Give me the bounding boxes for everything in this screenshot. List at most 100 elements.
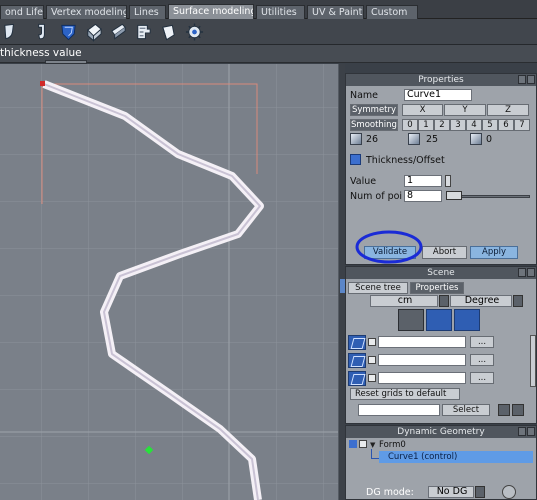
thickness-tool-icon <box>350 154 361 165</box>
angle-dropdown-icon[interactable] <box>513 295 523 307</box>
name-field[interactable]: Curve1 <box>404 89 472 101</box>
validate-highlight-ring <box>355 230 423 264</box>
steps-surface-icon[interactable] <box>134 22 153 42</box>
scroll-up-icon[interactable] <box>498 404 510 416</box>
grid-xy-field[interactable] <box>378 354 466 366</box>
smoothing-level-2[interactable]: 2 <box>434 119 450 131</box>
form-visibility-checkbox[interactable] <box>359 440 367 448</box>
viewport-canvas[interactable] <box>0 64 338 500</box>
vertex-count-icon <box>350 133 362 145</box>
minimize-icon[interactable] <box>518 268 526 277</box>
smoothing-level-7[interactable]: 7 <box>514 119 530 131</box>
scene-panel: Scene Scene tree Properties cm Degree ..… <box>345 266 537 424</box>
smoothing-level-0[interactable]: 0 <box>402 119 418 131</box>
symmetry-x-button[interactable]: X <box>402 104 443 116</box>
dynamic-geometry-panel: Dynamic Geometry ▼ Form0 Curve1 (control… <box>345 425 537 500</box>
tab-second-life[interactable]: ond Life <box>0 5 44 19</box>
smoothing-level-6[interactable]: 6 <box>498 119 514 131</box>
unit-select[interactable]: cm <box>370 295 438 307</box>
value-label: Value <box>350 176 377 187</box>
tab-lines[interactable]: Lines <box>129 5 166 19</box>
name-label: Name <box>350 90 379 101</box>
dg-mode-bar-bg <box>346 483 536 484</box>
tab-custom[interactable]: Custom <box>366 5 418 19</box>
minimize-icon[interactable] <box>518 75 526 84</box>
unit-dropdown-icon[interactable] <box>439 295 449 307</box>
angle-select[interactable]: Degree <box>450 295 512 307</box>
num-points-slider-thumb[interactable] <box>446 191 462 200</box>
dg-mode-dropdown-icon[interactable] <box>475 486 485 498</box>
grid-plane-xy-icon[interactable] <box>426 309 452 331</box>
hook-surface-icon[interactable] <box>33 22 52 42</box>
value-field[interactable]: 1 <box>404 175 442 187</box>
tree-branch-line <box>371 449 379 459</box>
symmetry-y-button[interactable]: Y <box>444 104 486 116</box>
grid-xz-field[interactable] <box>378 336 466 348</box>
grid-xy-checkbox[interactable] <box>368 356 376 364</box>
dg-status-light-icon[interactable] <box>502 485 516 499</box>
slice-surface-icon[interactable] <box>109 22 128 42</box>
tab-scene-tree[interactable]: Scene tree <box>348 282 408 294</box>
tree-collapse-icon[interactable]: ▼ <box>370 441 375 449</box>
tab-properties[interactable]: Properties <box>410 282 464 294</box>
smoothing-level-4[interactable]: 4 <box>466 119 482 131</box>
panel-window-buttons[interactable] <box>517 75 535 85</box>
grid-xy-icon <box>348 353 366 368</box>
num-points-field[interactable]: 8 <box>404 190 442 202</box>
close-icon[interactable] <box>527 427 535 436</box>
gear-surface-icon[interactable] <box>185 22 204 42</box>
smoothing-level-3[interactable]: 3 <box>450 119 466 131</box>
grid-plane-xz-icon[interactable] <box>398 309 424 331</box>
grid-xy-more-button[interactable]: ... <box>470 354 494 366</box>
value-spinner-icon[interactable] <box>445 175 451 187</box>
face-count: 0 <box>486 134 493 145</box>
grid-yz-icon <box>348 371 366 386</box>
smoothing-level-1[interactable]: 1 <box>418 119 434 131</box>
smoothing-level-5[interactable]: 5 <box>482 119 498 131</box>
dynamic-geometry-title: Dynamic Geometry <box>346 426 536 438</box>
minimize-icon[interactable] <box>518 427 526 436</box>
mode-tab-bar: ond Life Vertex modeling Lines Surface m… <box>0 0 537 19</box>
close-icon[interactable] <box>527 75 535 84</box>
grid-plane-yz-icon[interactable] <box>454 309 480 331</box>
shield-surface-icon[interactable] <box>59 22 78 42</box>
tab-utilities[interactable]: Utilities <box>256 5 305 19</box>
viewport-splitter[interactable] <box>338 64 345 500</box>
tree-link-icon <box>349 440 357 448</box>
curve-start-point[interactable] <box>40 81 45 86</box>
scene-window-buttons[interactable] <box>517 268 535 278</box>
dg-mode-select[interactable]: No DG <box>428 486 474 498</box>
symmetry-z-button[interactable]: Z <box>487 104 529 116</box>
tree-item-curve1[interactable]: Curve1 (control) <box>379 451 533 463</box>
dg-window-buttons[interactable] <box>517 427 535 437</box>
grid-xz-more-button[interactable]: ... <box>470 336 494 348</box>
tree-root-label[interactable]: Form0 <box>379 440 406 450</box>
select-field[interactable] <box>358 404 440 416</box>
apply-button[interactable]: Apply <box>470 246 518 259</box>
grid-yz-checkbox[interactable] <box>368 374 376 382</box>
face-count-icon <box>470 133 482 145</box>
bent-surface-icon[interactable] <box>2 22 21 42</box>
scene-title: Scene <box>346 267 536 279</box>
symmetry-button[interactable]: Symmetry <box>350 104 398 116</box>
properties-title: Properties <box>346 74 536 86</box>
reset-grids-button[interactable]: Reset grids to default <box>350 388 460 400</box>
select-button[interactable]: Select <box>442 404 490 416</box>
shell-surface-icon[interactable] <box>159 22 178 42</box>
scroll-down-icon[interactable] <box>512 404 524 416</box>
grid-yz-more-button[interactable]: ... <box>470 372 494 384</box>
close-icon[interactable] <box>527 268 535 277</box>
grid-yz-field[interactable] <box>378 372 466 384</box>
edge-count: 25 <box>426 134 439 145</box>
tab-vertex-modeling[interactable]: Vertex modeling <box>46 5 127 19</box>
tab-uv-paint[interactable]: UV & Paint <box>307 5 364 19</box>
scene-scrollbar[interactable] <box>530 335 536 387</box>
abort-button[interactable]: Abort <box>422 246 467 259</box>
grid-xz-checkbox[interactable] <box>368 338 376 346</box>
tab-surface-modeling[interactable]: Surface modeling <box>168 4 254 19</box>
3d-viewport[interactable] <box>0 64 338 500</box>
surface-toolbar <box>0 19 537 45</box>
extrude-box-icon[interactable] <box>84 22 103 42</box>
smoothing-button[interactable]: Smoothing <box>350 119 398 131</box>
tool-name-label: Thickness/Offset <box>366 155 445 166</box>
